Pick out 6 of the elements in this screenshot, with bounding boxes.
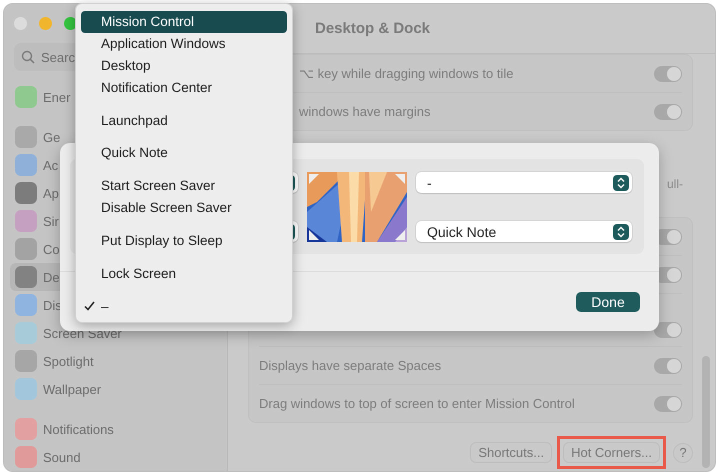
description-text: ull- [666,177,683,191]
setting-label: windows have margins [299,104,431,119]
window-title: Desktop & Dock [315,20,430,37]
setting-label: Drag windows to top of screen to enter Mission Control [259,396,575,411]
setting-label: ⌥ key while dragging windows to tile [299,66,514,81]
setting-label: Displays have separate Spaces [259,358,442,373]
